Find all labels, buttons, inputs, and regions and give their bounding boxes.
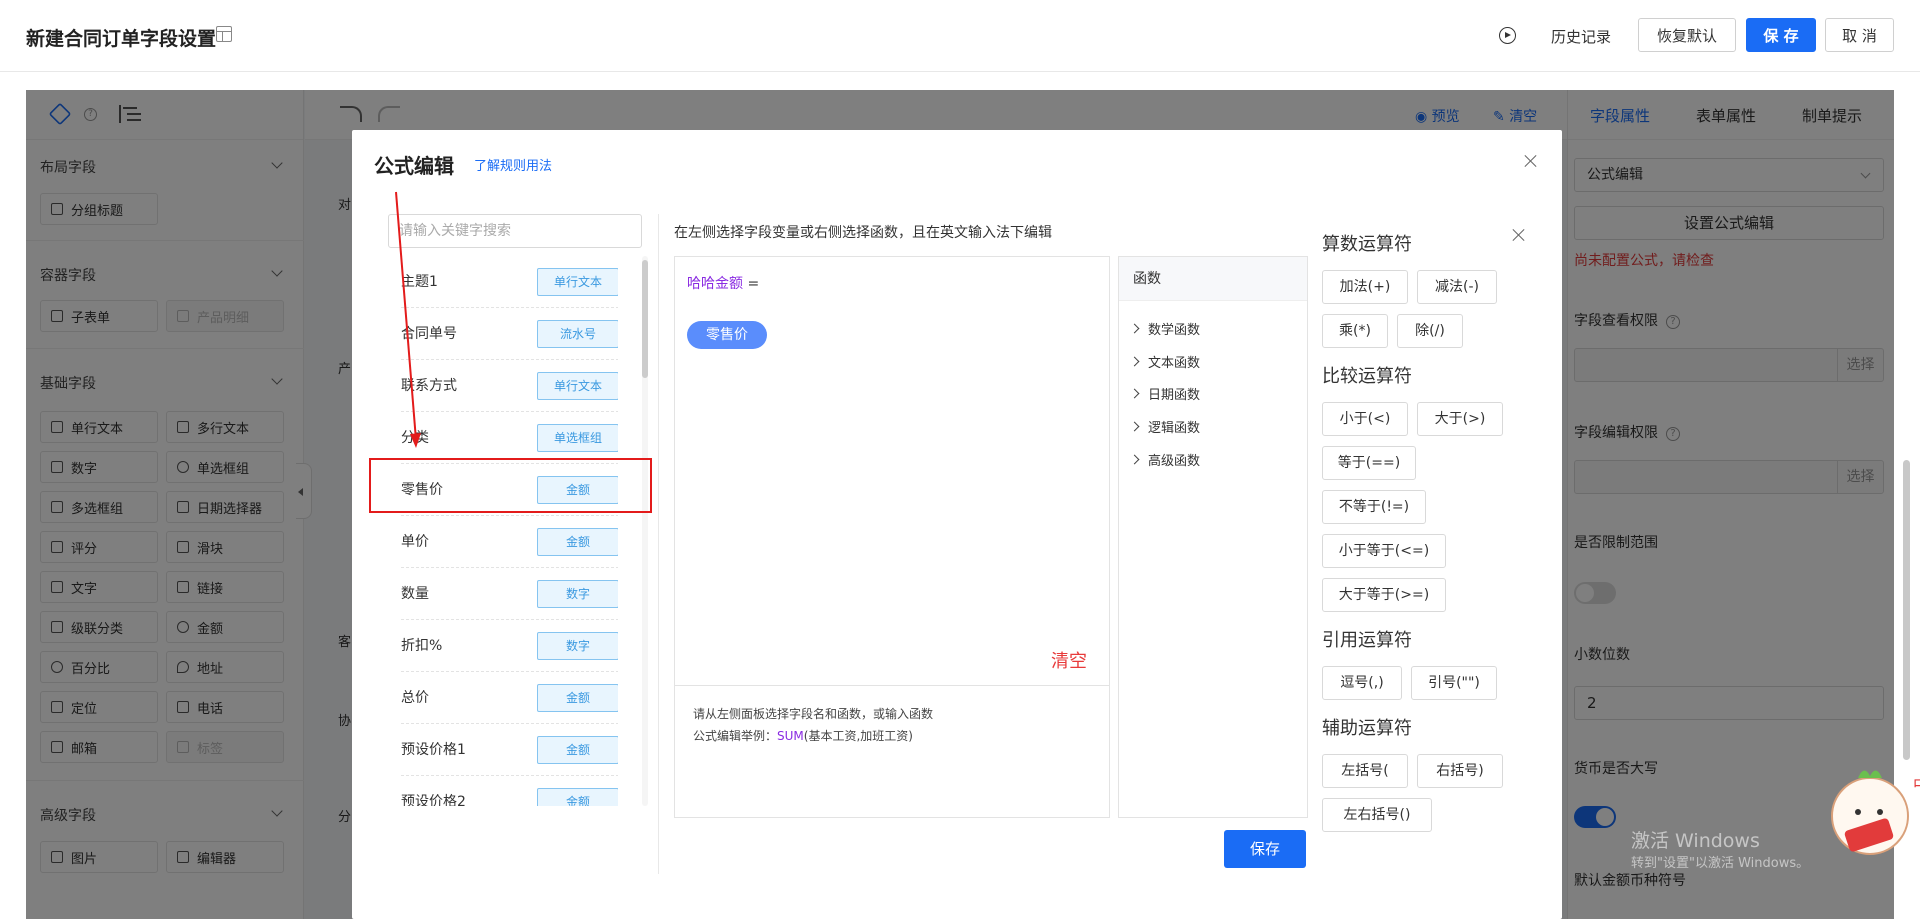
field-type-tag: 单行文本 [537,268,618,296]
modal-title: 公式编辑 [374,154,454,178]
history-link[interactable]: 历史记录 [1551,26,1611,47]
chevron-right-icon [1129,356,1140,367]
formula-tip: 请从左侧面板选择字段名和函数，或输入函数 [693,707,934,721]
list-item[interactable]: 折扣% 数字 [401,620,618,672]
field-search-input[interactable] [388,214,642,248]
op-comma-button[interactable]: 逗号(,) [1322,666,1402,700]
scrollbar-thumb[interactable] [1903,460,1910,760]
chevron-right-icon [1129,421,1140,432]
op-left-paren-button[interactable]: 左括号( [1322,754,1408,788]
op-gt-button[interactable]: 大于(>) [1417,402,1503,436]
formula-editor-modal: 公式编辑 了解规则用法 主题1单行文本 合同单号流水号 联系方式单行文本 分类单… [352,130,1562,919]
formula-target: 哈哈金额 = [687,276,760,292]
op-lt-button[interactable]: 小于(<) [1322,402,1408,436]
close-icon[interactable] [1512,228,1526,242]
op-neq-button[interactable]: 不等于(!=) [1322,490,1426,524]
function-panel-title: 函数 [1119,257,1307,301]
layout-icon[interactable] [216,26,232,42]
field-type-tag: 金额 [537,684,618,712]
op-quote-button[interactable]: 引号("") [1411,666,1497,700]
top-bar: 新建合同订单字段设置 历史记录 恢复默认 保 存 取 消 [0,0,1920,72]
close-icon[interactable] [1524,154,1538,168]
scrollbar-thumb[interactable] [642,260,648,378]
list-item[interactable]: 分类 单选框组 [401,412,618,464]
op-add-button[interactable]: 加法(+) [1322,270,1408,304]
op-gte-button[interactable]: 大于等于(>=) [1322,578,1446,612]
field-type-tag: 金额 [537,788,618,806]
list-item[interactable]: 预设价格2 金额 [401,776,618,806]
function-category[interactable]: 逻辑函数 [1129,417,1200,436]
op-multiply-button[interactable]: 乘(*) [1322,314,1388,348]
op-subtract-button[interactable]: 减法(-) [1417,270,1497,304]
function-category[interactable]: 数学函数 [1129,319,1200,338]
formula-field-chip[interactable]: 零售价 [687,321,767,349]
page-title: 新建合同订单字段设置 [26,28,217,50]
field-type-tag: 数字 [537,580,618,608]
mascot-assistant[interactable]: 中 [1818,760,1920,866]
annotation-highlight [369,458,652,513]
ref-ops-title: 引用运算符 [1322,630,1412,651]
op-eq-button[interactable]: 等于(==) [1322,446,1416,480]
list-item[interactable]: 总价 金额 [401,672,618,724]
field-type-tag: 数字 [537,632,618,660]
chevron-right-icon [1129,388,1140,399]
chevron-right-icon [1129,454,1140,465]
op-parens-button[interactable]: 左右括号() [1322,798,1432,832]
field-type-tag: 金额 [537,528,618,556]
mascot-leaf [1858,770,1882,778]
list-item[interactable]: 联系方式 单行文本 [401,360,618,412]
cancel-button[interactable]: 取 消 [1825,18,1894,52]
formula-clear-button[interactable]: 清空 [1051,647,1087,673]
formula-save-button[interactable]: 保存 [1224,830,1306,868]
field-type-tag: 单选框组 [537,424,618,452]
chevron-right-icon [1129,323,1140,334]
list-item[interactable]: 主题1 单行文本 [401,256,618,308]
formula-editor[interactable]: 哈哈金额 = 零售价 清空 请从左侧面板选择字段名和函数，或输入函数 公式编辑举… [674,256,1110,818]
compare-ops-title: 比较运算符 [1322,366,1412,387]
function-category[interactable]: 高级函数 [1129,450,1200,469]
mascot-eye [1877,809,1883,815]
save-button[interactable]: 保 存 [1746,18,1816,52]
field-type-tag: 单行文本 [537,372,618,400]
formula-example: 公式编辑举例：SUM(基本工资,加班工资) [693,729,913,743]
op-lte-button[interactable]: 小于等于(<=) [1322,534,1446,568]
list-item[interactable]: 单价 金额 [401,516,618,568]
function-category[interactable]: 文本函数 [1129,352,1200,371]
aux-ops-title: 辅助运算符 [1322,718,1412,739]
divider [658,214,659,874]
divider [675,685,1109,686]
function-category[interactable]: 日期函数 [1129,384,1200,403]
rules-help-link[interactable]: 了解规则用法 [474,155,552,174]
operator-panel: 算数运算符 加法(+) 减法(-) 乘(*) 除(/) 比较运算符 小于(<) … [1322,214,1552,854]
op-right-paren-button[interactable]: 右括号) [1417,754,1503,788]
field-list-scrollbar[interactable] [642,256,648,806]
play-icon[interactable] [1499,27,1516,44]
activation-watermark: 激活 Windows [1631,830,1760,852]
op-divide-button[interactable]: 除(/) [1397,314,1463,348]
arith-ops-title: 算数运算符 [1322,234,1412,255]
list-item[interactable]: 数量 数字 [401,568,618,620]
editor-hint: 在左侧选择字段变量或右侧选择函数，且在英文输入法下编辑 [674,225,1052,241]
field-type-tag: 流水号 [537,320,618,348]
mascot-eye [1855,809,1861,815]
restore-default-button[interactable]: 恢复默认 [1638,18,1736,52]
field-type-tag: 金额 [537,736,618,764]
function-panel: 函数 数学函数 文本函数 日期函数 逻辑函数 高级函数 [1118,256,1308,818]
mascot-badge: 中 [1913,775,1920,794]
field-list: 主题1 单行文本 合同单号 流水号 联系方式 单行文本 分类 单选框组 零售价 金额 单价… [388,256,618,806]
list-item[interactable]: 合同单号 流水号 [401,308,618,360]
list-item[interactable]: 预设价格1 金额 [401,724,618,776]
activation-watermark-hint: 转到"设置"以激活 Windows。 [1631,856,1810,871]
